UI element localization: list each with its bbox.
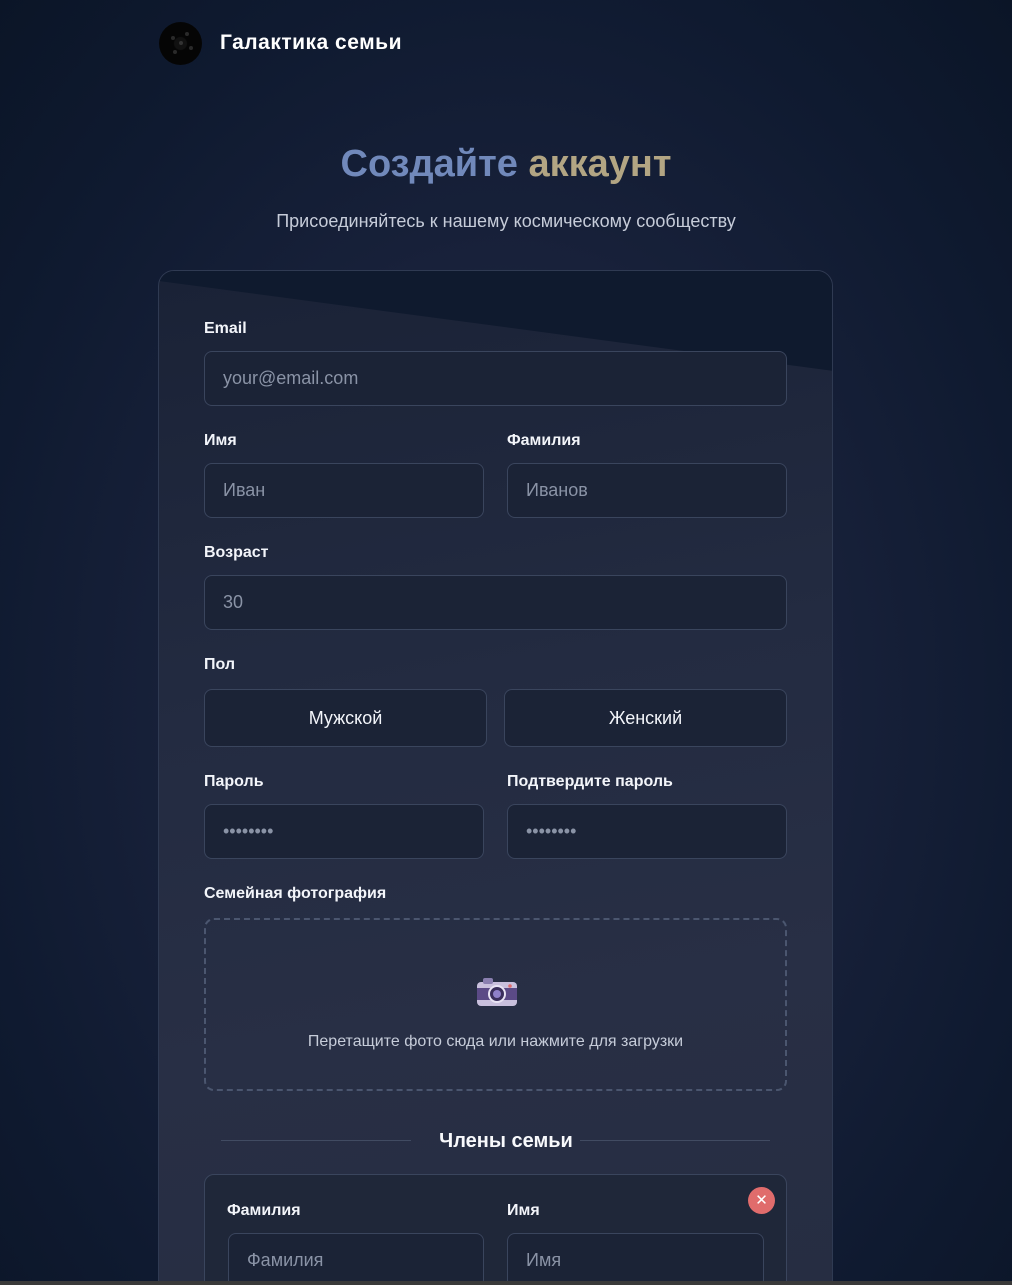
last-name-label: Фамилия (507, 432, 581, 449)
top-bar: Галактика семьи (159, 21, 402, 65)
page-title-part1: Создайте (340, 143, 518, 185)
gender-male-button[interactable]: Мужской (204, 689, 487, 747)
camera-icon (477, 978, 517, 1006)
last-name-field[interactable] (507, 463, 787, 518)
member-last-name-label: Фамилия (227, 1202, 301, 1219)
first-name-label: Имя (204, 432, 237, 449)
age-field[interactable] (204, 575, 787, 630)
password-label: Пароль (204, 773, 264, 790)
email-label: Email (204, 320, 247, 337)
family-section-title: Члены семьи (439, 1130, 573, 1152)
confirm-password-label: Подтвердите пароль (507, 773, 673, 790)
member-last-name-field[interactable] (228, 1233, 484, 1285)
remove-member-button[interactable]: ✕ (748, 1187, 775, 1214)
photo-label: Семейная фотография (204, 885, 387, 902)
brand-name[interactable]: Галактика семьи (220, 31, 402, 55)
password-field[interactable] (204, 804, 484, 859)
photo-upload-dropzone[interactable]: Перетащите фото сюда или нажмите для заг… (204, 918, 787, 1091)
photo-upload-hint: Перетащите фото сюда или нажмите для заг… (307, 1033, 684, 1050)
page-title: Создайте аккаунт (0, 143, 1012, 186)
galaxy-logo-icon[interactable] (159, 21, 202, 65)
email-field[interactable] (204, 351, 787, 406)
confirm-password-field[interactable] (507, 804, 787, 859)
close-icon: ✕ (755, 1192, 768, 1209)
age-label: Возраст (204, 544, 269, 561)
gender-female-button[interactable]: Женский (504, 689, 787, 747)
first-name-field[interactable] (204, 463, 484, 518)
member-first-name-label: Имя (507, 1202, 540, 1219)
page-subtitle: Присоединяйтесь к нашему космическому со… (276, 211, 736, 231)
member-first-name-field[interactable] (507, 1233, 764, 1285)
gender-label: Пол (204, 656, 236, 673)
window-bottom-edge (0, 1281, 1012, 1285)
page-title-part2: аккаунт (528, 143, 672, 185)
